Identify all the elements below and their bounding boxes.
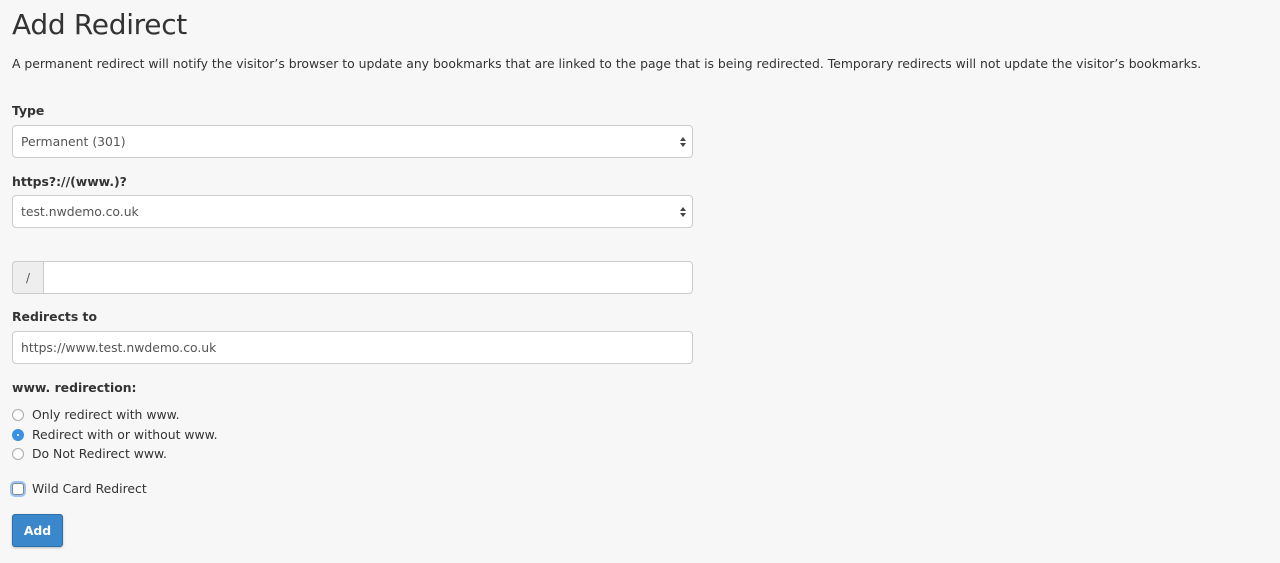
redirects-to-input[interactable]: https://www.test.nwdemo.co.uk — [12, 331, 693, 364]
redirects-to-label: Redirects to — [12, 309, 97, 324]
path-prefix: / — [12, 261, 43, 294]
radio-label: Redirect with or without www. — [32, 427, 218, 442]
page-title: Add Redirect — [12, 8, 187, 41]
domain-select-value: test.nwdemo.co.uk — [21, 204, 139, 219]
domain-label: https?://(www.)? — [12, 174, 127, 189]
domain-select[interactable]: test.nwdemo.co.uk — [12, 195, 693, 228]
add-button[interactable]: Add — [12, 514, 63, 547]
wildcard-checkbox[interactable] — [12, 482, 24, 495]
radio-with-or-without-www[interactable]: Redirect with or without www. — [12, 427, 218, 442]
radio-only-www[interactable]: Only redirect with www. — [12, 407, 180, 422]
radio-button-checked[interactable] — [12, 428, 24, 441]
radio-do-not-redirect-www[interactable]: Do Not Redirect www. — [12, 446, 167, 461]
radio-button[interactable] — [12, 408, 24, 421]
radio-button[interactable] — [12, 447, 24, 460]
path-input-group: / — [12, 261, 693, 294]
type-select-value: Permanent (301) — [21, 134, 126, 149]
path-input[interactable] — [43, 261, 693, 294]
wildcard-label: Wild Card Redirect — [32, 481, 147, 496]
select-arrows-icon — [680, 136, 686, 147]
www-redirection-label: www. redirection: — [12, 380, 137, 395]
radio-label: Only redirect with www. — [32, 407, 180, 422]
page-description: A permanent redirect will notify the vis… — [12, 56, 1202, 71]
type-select[interactable]: Permanent (301) — [12, 125, 693, 158]
redirects-to-value: https://www.test.nwdemo.co.uk — [21, 340, 217, 355]
radio-label: Do Not Redirect www. — [32, 446, 167, 461]
type-label: Type — [12, 103, 45, 118]
select-arrows-icon — [680, 206, 686, 217]
wildcard-redirect-option[interactable]: Wild Card Redirect — [12, 481, 147, 496]
